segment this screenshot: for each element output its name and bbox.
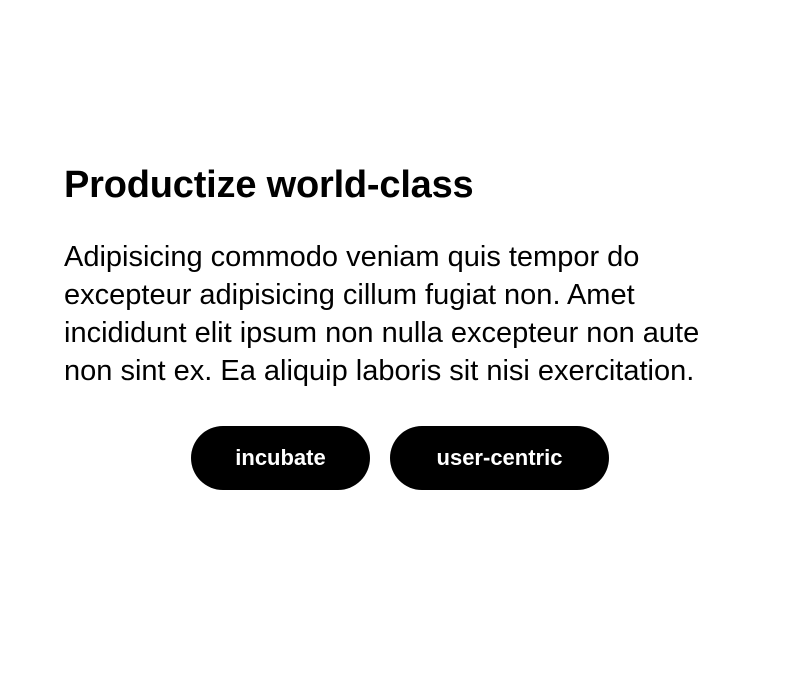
- page-title: Productize world-class: [64, 164, 474, 206]
- content-card: Productize world-class Adipisicing commo…: [64, 162, 736, 490]
- incubate-button[interactable]: incubate: [191, 426, 370, 490]
- body-paragraph: Adipisicing commodo veniam quis tempor d…: [64, 241, 700, 387]
- button-group: incubate user-centric: [64, 426, 736, 490]
- user-centric-button[interactable]: user-centric: [390, 426, 609, 490]
